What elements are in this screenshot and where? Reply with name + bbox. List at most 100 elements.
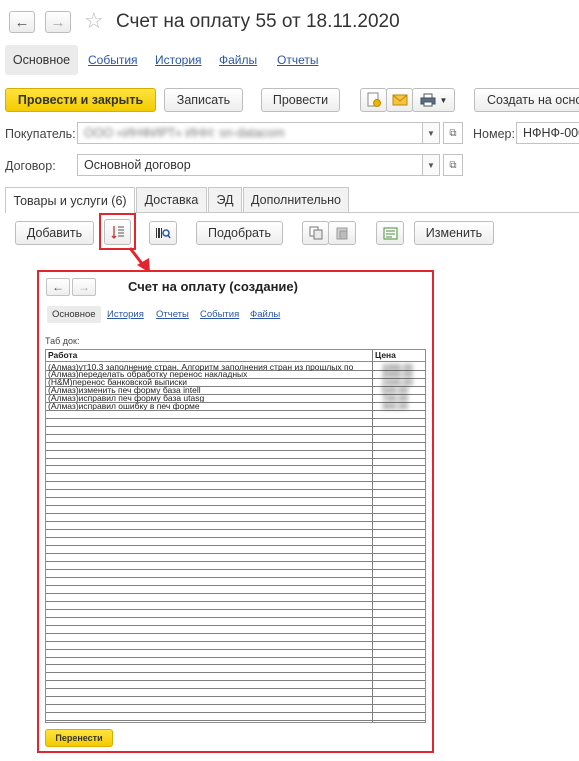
buyer-dropdown-button[interactable]: ▼	[422, 122, 440, 144]
document-clock-icon	[367, 92, 381, 107]
post-and-close-button[interactable]: Провести и закрыть	[5, 88, 156, 112]
sort-list-icon	[111, 226, 124, 239]
popup-tab-main[interactable]: Основное	[47, 306, 101, 323]
buyer-value: ООО «ИНФИРТ» ИНН: sn-datacom	[84, 126, 285, 140]
buyer-label: Покупатель:	[5, 127, 76, 141]
save-button[interactable]: Записать	[164, 88, 243, 112]
settings-list-button[interactable]	[376, 221, 404, 245]
tab-files[interactable]: Файлы	[219, 53, 257, 67]
forward-button[interactable]: →	[45, 11, 71, 33]
popup-tab-events[interactable]: События	[200, 309, 239, 320]
row-separator	[46, 624, 425, 626]
arrow-right-icon: →	[50, 13, 66, 31]
email-button[interactable]	[386, 88, 413, 112]
arrow-right-icon: →	[78, 280, 90, 294]
price-cell: 1000,00	[382, 362, 413, 371]
tab-goods-services[interactable]: Товары и услуги (6)	[5, 187, 135, 213]
work-cell: (H&M)перенос банковской выписки	[48, 378, 188, 387]
row-separator	[46, 688, 425, 690]
row-separator	[46, 592, 425, 594]
column-header-work: Работа	[46, 350, 373, 362]
row-separator	[46, 537, 425, 539]
popup-title: Счет на оплату (создание)	[128, 279, 298, 294]
tab-delivery[interactable]: Доставка	[136, 187, 207, 212]
chevron-down-icon: ▼	[427, 128, 435, 138]
row-separator	[46, 521, 425, 523]
list-settings-icon	[383, 227, 397, 239]
buyer-field[interactable]: ООО «ИНФИРТ» ИНН: sn-datacom	[77, 122, 423, 144]
tab-main[interactable]: Основное	[5, 45, 78, 75]
contract-label: Договор:	[5, 159, 56, 173]
column-header-price: Цена	[373, 350, 425, 362]
row-separator	[46, 529, 425, 531]
price-cell: 2000,00	[382, 370, 413, 379]
row-separator	[46, 568, 425, 570]
create-based-on-button[interactable]: Создать на осно	[474, 88, 579, 112]
add-button[interactable]: Добавить	[15, 221, 94, 245]
popup-section-label: Таб док:	[45, 336, 80, 346]
copy-icon	[309, 226, 322, 240]
attach-button[interactable]	[360, 88, 387, 112]
popup-back-button[interactable]: ←	[46, 278, 70, 296]
tab-ed[interactable]: ЭД	[208, 187, 242, 212]
work-cell: (Алмаз)ут10.3 заполнение стран. Алгоритм…	[48, 362, 354, 371]
popup-forward-button[interactable]: →	[72, 278, 96, 296]
tab-history[interactable]: История	[155, 53, 202, 67]
row-separator	[46, 672, 425, 674]
open-link-icon: ⧉	[449, 159, 457, 171]
work-cell: (Алмаз)изменить печ форму база intell	[48, 386, 201, 395]
chevron-down-icon: ▼	[439, 95, 448, 105]
favorite-star-icon[interactable]: ☆	[84, 8, 104, 34]
print-button[interactable]: ▼	[412, 88, 455, 112]
column-divider-right	[425, 350, 426, 722]
transfer-button[interactable]: Перенести	[45, 729, 113, 747]
search-barcode-button[interactable]	[149, 221, 177, 245]
post-button[interactable]: Провести	[261, 88, 340, 112]
arrow-left-icon: ←	[52, 280, 64, 294]
contract-dropdown-button[interactable]: ▼	[422, 154, 440, 176]
number-label: Номер:	[473, 127, 515, 141]
row-separator	[46, 489, 425, 491]
row-separator	[46, 704, 425, 706]
paste-icon	[336, 227, 348, 240]
row-separator	[46, 632, 425, 634]
popup-tab-files[interactable]: Файлы	[250, 309, 280, 320]
tab-events[interactable]: События	[88, 53, 138, 67]
tab-reports[interactable]: Отчеты	[277, 53, 318, 67]
popup-tab-history[interactable]: История	[107, 309, 144, 320]
row-separator	[46, 584, 425, 586]
row-separator	[46, 720, 425, 722]
row-separator	[46, 473, 425, 475]
printer-icon	[420, 93, 436, 107]
tab-additional[interactable]: Дополнительно	[243, 187, 349, 212]
row-separator	[46, 576, 425, 578]
contract-field[interactable]: Основной договор	[77, 154, 423, 176]
row-separator	[46, 433, 425, 435]
row-separator	[46, 696, 425, 698]
copy-rows-button[interactable]	[302, 221, 329, 245]
row-separator	[46, 505, 425, 507]
row-separator	[46, 449, 425, 451]
popup-window: ← → Счет на оплату (создание) Основное И…	[37, 270, 434, 753]
work-table[interactable]: Работа Цена (Алмаз)ут10.3 заполнение стр…	[45, 349, 426, 723]
fill-from-button[interactable]	[104, 219, 131, 245]
row-separator	[46, 600, 425, 602]
row-separator	[46, 497, 425, 499]
number-field[interactable]: НФНФ-000	[516, 122, 579, 144]
change-button[interactable]: Изменить	[414, 221, 494, 245]
row-separator	[46, 553, 425, 555]
contract-open-button[interactable]: ⧉	[443, 154, 463, 176]
pick-button[interactable]: Подобрать	[196, 221, 283, 245]
row-separator	[46, 640, 425, 642]
buyer-open-button[interactable]: ⧉	[443, 122, 463, 144]
paste-rows-button[interactable]	[328, 221, 356, 245]
row-separator	[46, 417, 425, 419]
popup-tab-reports[interactable]: Отчеты	[156, 309, 189, 320]
price-cell: 500,00	[382, 386, 408, 395]
price-cell: 1500,00	[382, 378, 413, 387]
open-link-icon: ⧉	[449, 127, 457, 139]
arrow-left-icon: ←	[14, 13, 30, 31]
row-separator	[46, 465, 425, 467]
row-separator	[46, 481, 425, 483]
back-button[interactable]: ←	[9, 11, 35, 33]
